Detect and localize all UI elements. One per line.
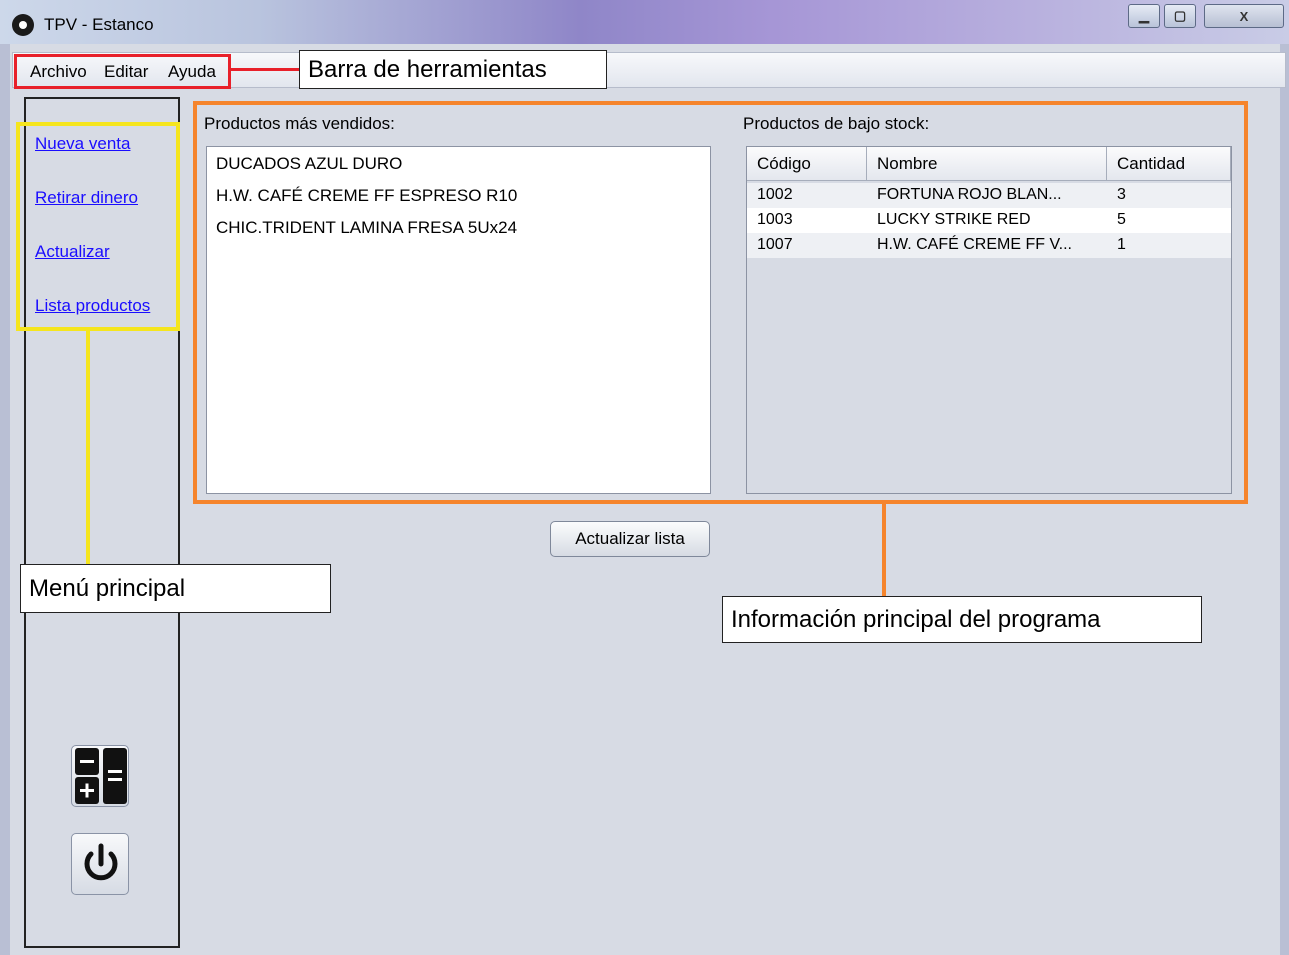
title-bar <box>0 0 1289 44</box>
info-callout: Información principal del programa <box>722 596 1202 643</box>
menu-highlight <box>16 122 180 331</box>
toolbar-connector <box>231 68 299 71</box>
menu-callout: Menú principal <box>20 564 331 613</box>
menu-connector <box>86 331 90 564</box>
window-frame-left <box>0 44 10 955</box>
toolbar-callout: Barra de herramientas <box>299 50 607 89</box>
toolbar-highlight <box>14 54 231 89</box>
info-connector <box>882 504 886 596</box>
minimize-button[interactable]: ▁ <box>1128 4 1160 28</box>
window-title: TPV - Estanco <box>44 15 154 34</box>
info-highlight <box>193 101 1248 504</box>
window-frame-right <box>1280 44 1289 955</box>
calculator-icon <box>75 748 127 804</box>
power-icon <box>84 843 118 881</box>
app-icon <box>12 14 34 36</box>
refresh-list-button[interactable]: Actualizar lista <box>550 521 710 557</box>
close-button[interactable]: X <box>1204 4 1284 28</box>
maximize-button[interactable]: ▢ <box>1164 4 1196 28</box>
calculator-button[interactable] <box>71 745 129 807</box>
power-button[interactable] <box>71 833 129 895</box>
